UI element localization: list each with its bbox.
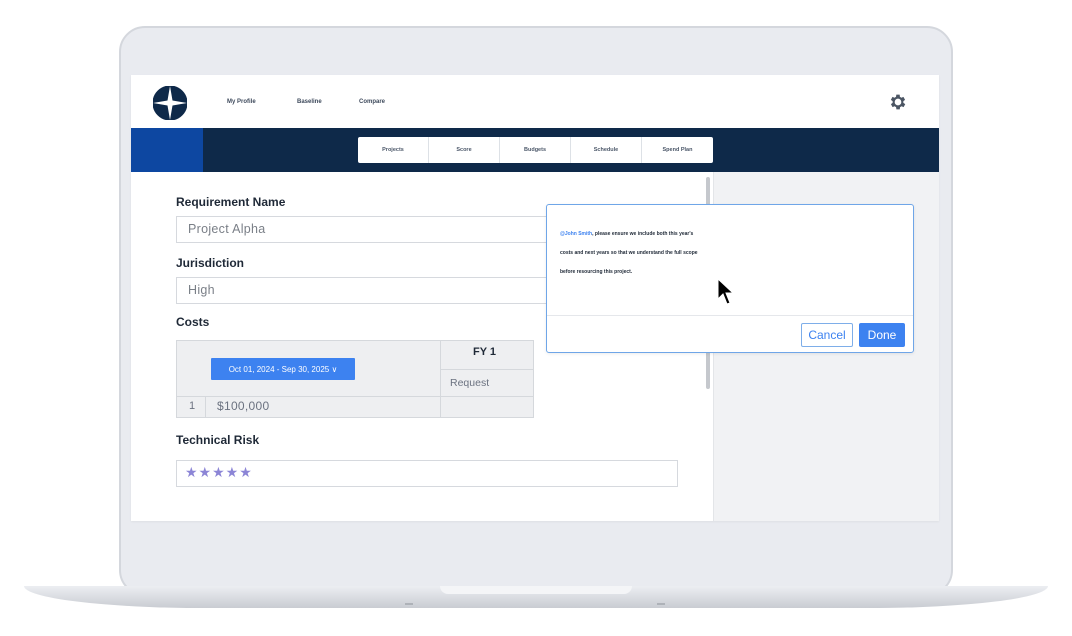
popup-divider xyxy=(547,315,913,316)
comment-line-3: before resourcing this project. xyxy=(560,269,633,275)
table-divider xyxy=(440,369,534,370)
fy-column-header: FY 1 xyxy=(473,346,497,358)
costs-table: Oct 01, 2024 - Sep 30, 2025 ∨ FY 1 Reque… xyxy=(176,340,534,418)
nav-baseline[interactable]: Baseline xyxy=(297,99,322,105)
table-row-number: 1 xyxy=(189,400,196,412)
tab-budgets[interactable]: Budgets xyxy=(500,137,571,163)
cursor-icon xyxy=(717,278,735,305)
tab-projects[interactable]: Projects xyxy=(358,137,429,163)
requirement-name-label: Requirement Name xyxy=(176,195,286,209)
header-accent xyxy=(131,128,203,172)
jurisdiction-field[interactable]: High xyxy=(176,277,596,304)
top-navbar: My Profile Baseline Compare xyxy=(131,75,939,128)
laptop-foot xyxy=(657,603,665,605)
table-divider xyxy=(177,396,534,397)
tab-score[interactable]: Score xyxy=(429,137,500,163)
gear-icon[interactable] xyxy=(888,92,908,112)
table-divider xyxy=(205,397,206,418)
cancel-button[interactable]: Cancel xyxy=(801,323,853,347)
done-button[interactable]: Done xyxy=(859,323,905,347)
costs-label: Costs xyxy=(176,315,210,329)
tab-bar: Projects Score Budgets Schedule Spend Pl… xyxy=(358,137,713,163)
request-subheader: Request xyxy=(450,377,490,389)
logo-icon[interactable] xyxy=(153,86,187,120)
table-row-value[interactable]: $100,000 xyxy=(217,399,269,413)
technical-risk-rating[interactable]: ★★★★★ xyxy=(176,460,678,487)
jurisdiction-label: Jurisdiction xyxy=(176,256,245,270)
requirement-name-field[interactable]: Project Alpha xyxy=(176,216,596,243)
date-range-dropdown[interactable]: Oct 01, 2024 - Sep 30, 2025 ∨ xyxy=(211,358,355,380)
star-rating-icons[interactable]: ★★★★★ xyxy=(185,464,253,480)
tab-schedule[interactable]: Schedule xyxy=(571,137,642,163)
table-divider xyxy=(440,341,441,418)
comment-line-1: , please ensure we include both this yea… xyxy=(592,231,694,237)
laptop-foot xyxy=(405,603,413,605)
laptop-hinge xyxy=(440,586,632,594)
comment-line-2: costs and next years so that we understa… xyxy=(560,250,698,256)
technical-risk-label: Technical Risk xyxy=(176,433,260,447)
tab-spend-plan[interactable]: Spend Plan xyxy=(642,137,713,163)
user-mention[interactable]: @John Smith xyxy=(560,231,592,237)
comment-text[interactable]: @John Smith, please ensure we include bo… xyxy=(560,225,900,282)
nav-compare[interactable]: Compare xyxy=(359,99,385,105)
nav-my-profile[interactable]: My Profile xyxy=(227,99,256,105)
